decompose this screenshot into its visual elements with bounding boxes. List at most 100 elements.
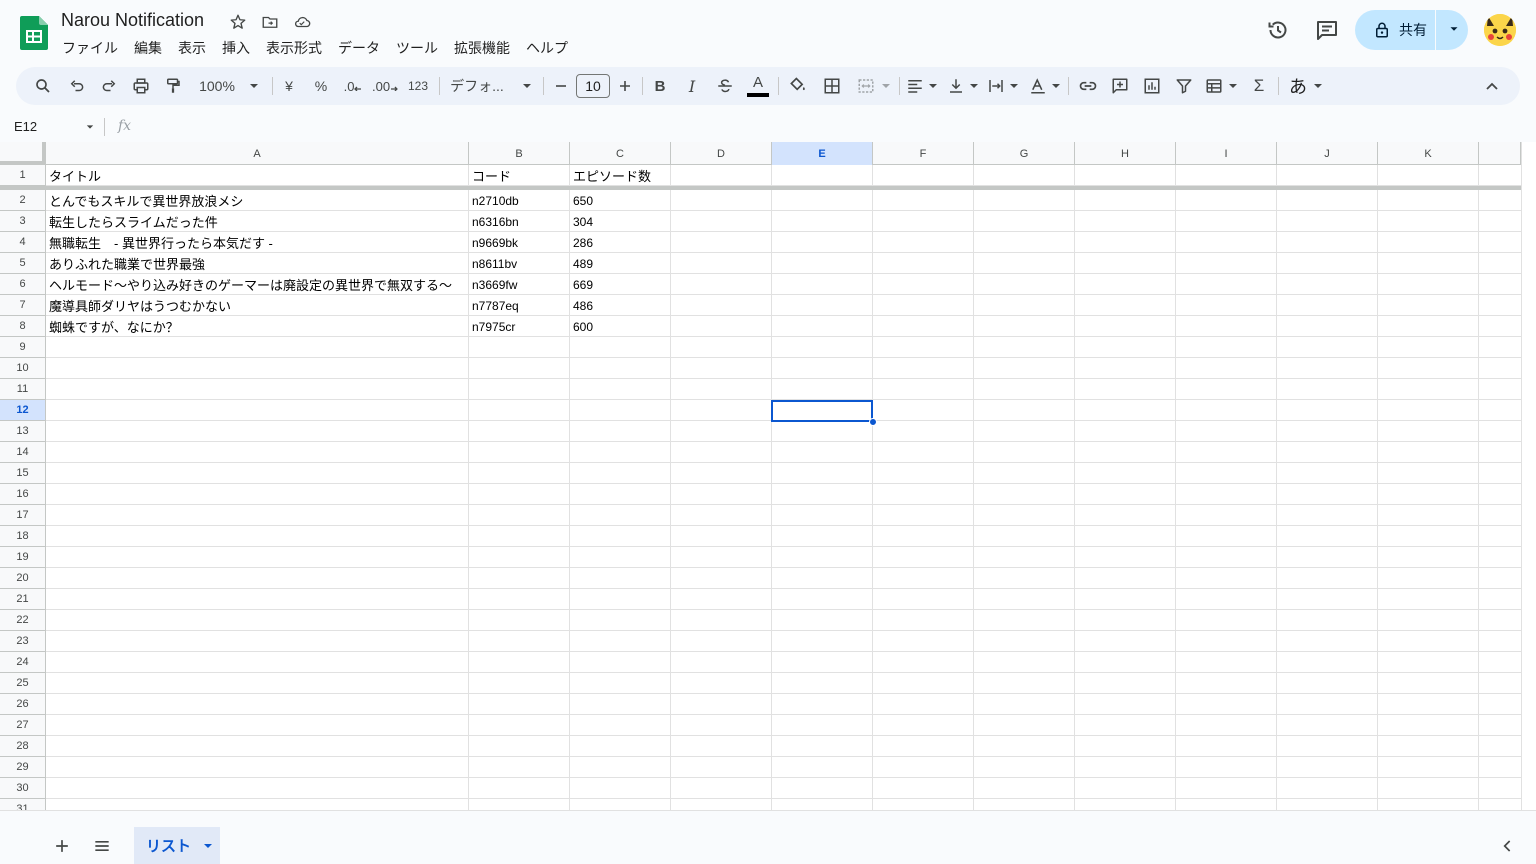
formula-input[interactable] <box>140 118 1520 136</box>
cell-a7[interactable]: 魔導具師ダリヤはうつむかない <box>46 295 468 316</box>
currency-format-button[interactable]: ¥ <box>278 67 300 105</box>
column-header-j[interactable]: J <box>1277 142 1378 165</box>
column-header-k[interactable]: K <box>1378 142 1479 165</box>
horizontal-align-icon[interactable] <box>905 67 939 105</box>
version-history-icon[interactable] <box>1266 18 1290 42</box>
table-views-icon[interactable] <box>1202 67 1240 105</box>
row-header[interactable]: 15 <box>0 463 46 484</box>
menu-insert[interactable]: 挿入 <box>214 36 258 60</box>
column-header-b[interactable]: B <box>469 142 570 165</box>
column-header-d[interactable]: D <box>671 142 772 165</box>
menu-extensions[interactable]: 拡張機能 <box>446 36 518 60</box>
cell-b5[interactable]: n8611bv <box>469 253 569 274</box>
row-header[interactable]: 13 <box>0 421 46 442</box>
column-header-h[interactable]: H <box>1075 142 1176 165</box>
insert-chart-icon[interactable] <box>1140 67 1164 105</box>
cell-b2[interactable]: n2710db <box>469 190 569 211</box>
row-header[interactable]: 1 <box>0 165 46 186</box>
number-format-button[interactable]: 123 <box>404 67 432 105</box>
cell-b8[interactable]: n7975cr <box>469 316 569 337</box>
selected-cell-e12[interactable] <box>771 400 873 422</box>
cell-c6[interactable]: 669 <box>570 274 670 295</box>
column-header-i[interactable]: I <box>1176 142 1277 165</box>
cell-c7[interactable]: 486 <box>570 295 670 316</box>
row-header[interactable]: 31 <box>0 799 46 810</box>
row-header[interactable]: 18 <box>0 526 46 547</box>
fill-handle[interactable] <box>869 418 877 426</box>
cell-c3[interactable]: 304 <box>570 211 670 232</box>
row-header[interactable]: 7 <box>0 295 46 316</box>
cell-a4[interactable]: 無職転生 - 異世界行ったら本気だす - <box>46 232 468 253</box>
input-tools-button[interactable]: あ <box>1286 67 1326 105</box>
horizontal-scrollbar[interactable] <box>0 810 1536 827</box>
sheet-tab[interactable]: リスト <box>134 827 220 864</box>
row-header[interactable]: 30 <box>0 778 46 799</box>
bold-button[interactable]: B <box>648 67 672 105</box>
paint-format-icon[interactable] <box>160 67 186 105</box>
text-color-button[interactable]: A <box>746 67 770 105</box>
row-header[interactable]: 22 <box>0 610 46 631</box>
name-box[interactable]: E12 <box>14 119 37 134</box>
all-sheets-icon[interactable] <box>92 836 112 856</box>
row-header[interactable]: 26 <box>0 694 46 715</box>
menu-format[interactable]: 表示形式 <box>258 36 330 60</box>
cell-b6[interactable]: n3669fw <box>469 274 569 295</box>
row-header[interactable]: 21 <box>0 589 46 610</box>
undo-icon[interactable] <box>64 67 90 105</box>
cell-a8[interactable]: 蜘蛛ですが、なにか？ <box>46 316 468 337</box>
italic-button[interactable]: I <box>680 67 704 105</box>
row-header[interactable]: 19 <box>0 547 46 568</box>
cell-a3[interactable]: 転生したらスライムだった件 <box>46 211 468 232</box>
text-wrapping-icon[interactable] <box>986 67 1020 105</box>
sheets-logo-icon[interactable] <box>20 16 48 50</box>
cell-c4[interactable]: 286 <box>570 232 670 253</box>
comments-icon[interactable] <box>1315 18 1339 42</box>
column-header-c[interactable]: C <box>570 142 671 165</box>
row-header[interactable]: 10 <box>0 358 46 379</box>
cell-b4[interactable]: n9669bk <box>469 232 569 253</box>
insert-comment-icon[interactable] <box>1108 67 1132 105</box>
vertical-align-icon[interactable] <box>946 67 980 105</box>
cell-b7[interactable]: n7787eq <box>469 295 569 316</box>
star-icon[interactable] <box>226 12 250 32</box>
redo-icon[interactable] <box>96 67 122 105</box>
borders-icon[interactable] <box>820 67 844 105</box>
merge-cells-icon[interactable] <box>852 67 896 105</box>
print-icon[interactable] <box>128 67 154 105</box>
row-header[interactable]: 5 <box>0 253 46 274</box>
chevron-left-icon[interactable] <box>1498 836 1518 856</box>
chevron-down-icon[interactable] <box>86 123 94 131</box>
row-header[interactable]: 24 <box>0 652 46 673</box>
increase-decimal-button[interactable]: .00 <box>372 67 398 105</box>
filter-icon[interactable] <box>1172 67 1196 105</box>
cell-a1[interactable]: タイトル <box>46 165 468 186</box>
insert-link-icon[interactable] <box>1076 67 1100 105</box>
font-size-input[interactable]: 10 <box>576 74 610 98</box>
menu-data[interactable]: データ <box>330 36 388 60</box>
cell-a6[interactable]: ヘルモード～やり込み好きのゲーマーは廃設定の異世界で無双する～ <box>46 274 468 295</box>
menu-tools[interactable]: ツール <box>388 36 446 60</box>
cell-c5[interactable]: 489 <box>570 253 670 274</box>
strikethrough-icon[interactable] <box>713 67 737 105</box>
cell-b3[interactable]: n6316bn <box>469 211 569 232</box>
row-header[interactable]: 6 <box>0 274 46 295</box>
avatar[interactable] <box>1484 14 1516 46</box>
column-header-f[interactable]: F <box>873 142 974 165</box>
row-header[interactable]: 4 <box>0 232 46 253</box>
move-folder-icon[interactable] <box>258 12 282 32</box>
select-all-corner[interactable] <box>0 142 46 165</box>
share-button[interactable]: 共有 <box>1355 10 1468 50</box>
cell-c8[interactable]: 600 <box>570 316 670 337</box>
row-header[interactable]: 23 <box>0 631 46 652</box>
font-size-decrease-icon[interactable] <box>550 67 572 105</box>
font-size-increase-icon[interactable] <box>614 67 636 105</box>
add-sheet-icon[interactable] <box>52 836 72 856</box>
search-menus-icon[interactable] <box>30 67 56 105</box>
row-header[interactable]: 29 <box>0 757 46 778</box>
cell-c2[interactable]: 650 <box>570 190 670 211</box>
font-family-select[interactable]: デフォ... <box>446 67 536 105</box>
chevron-down-icon[interactable] <box>1447 22 1461 36</box>
fill-color-icon[interactable] <box>786 67 810 105</box>
row-header[interactable]: 25 <box>0 673 46 694</box>
column-header-partial[interactable] <box>1479 142 1521 165</box>
